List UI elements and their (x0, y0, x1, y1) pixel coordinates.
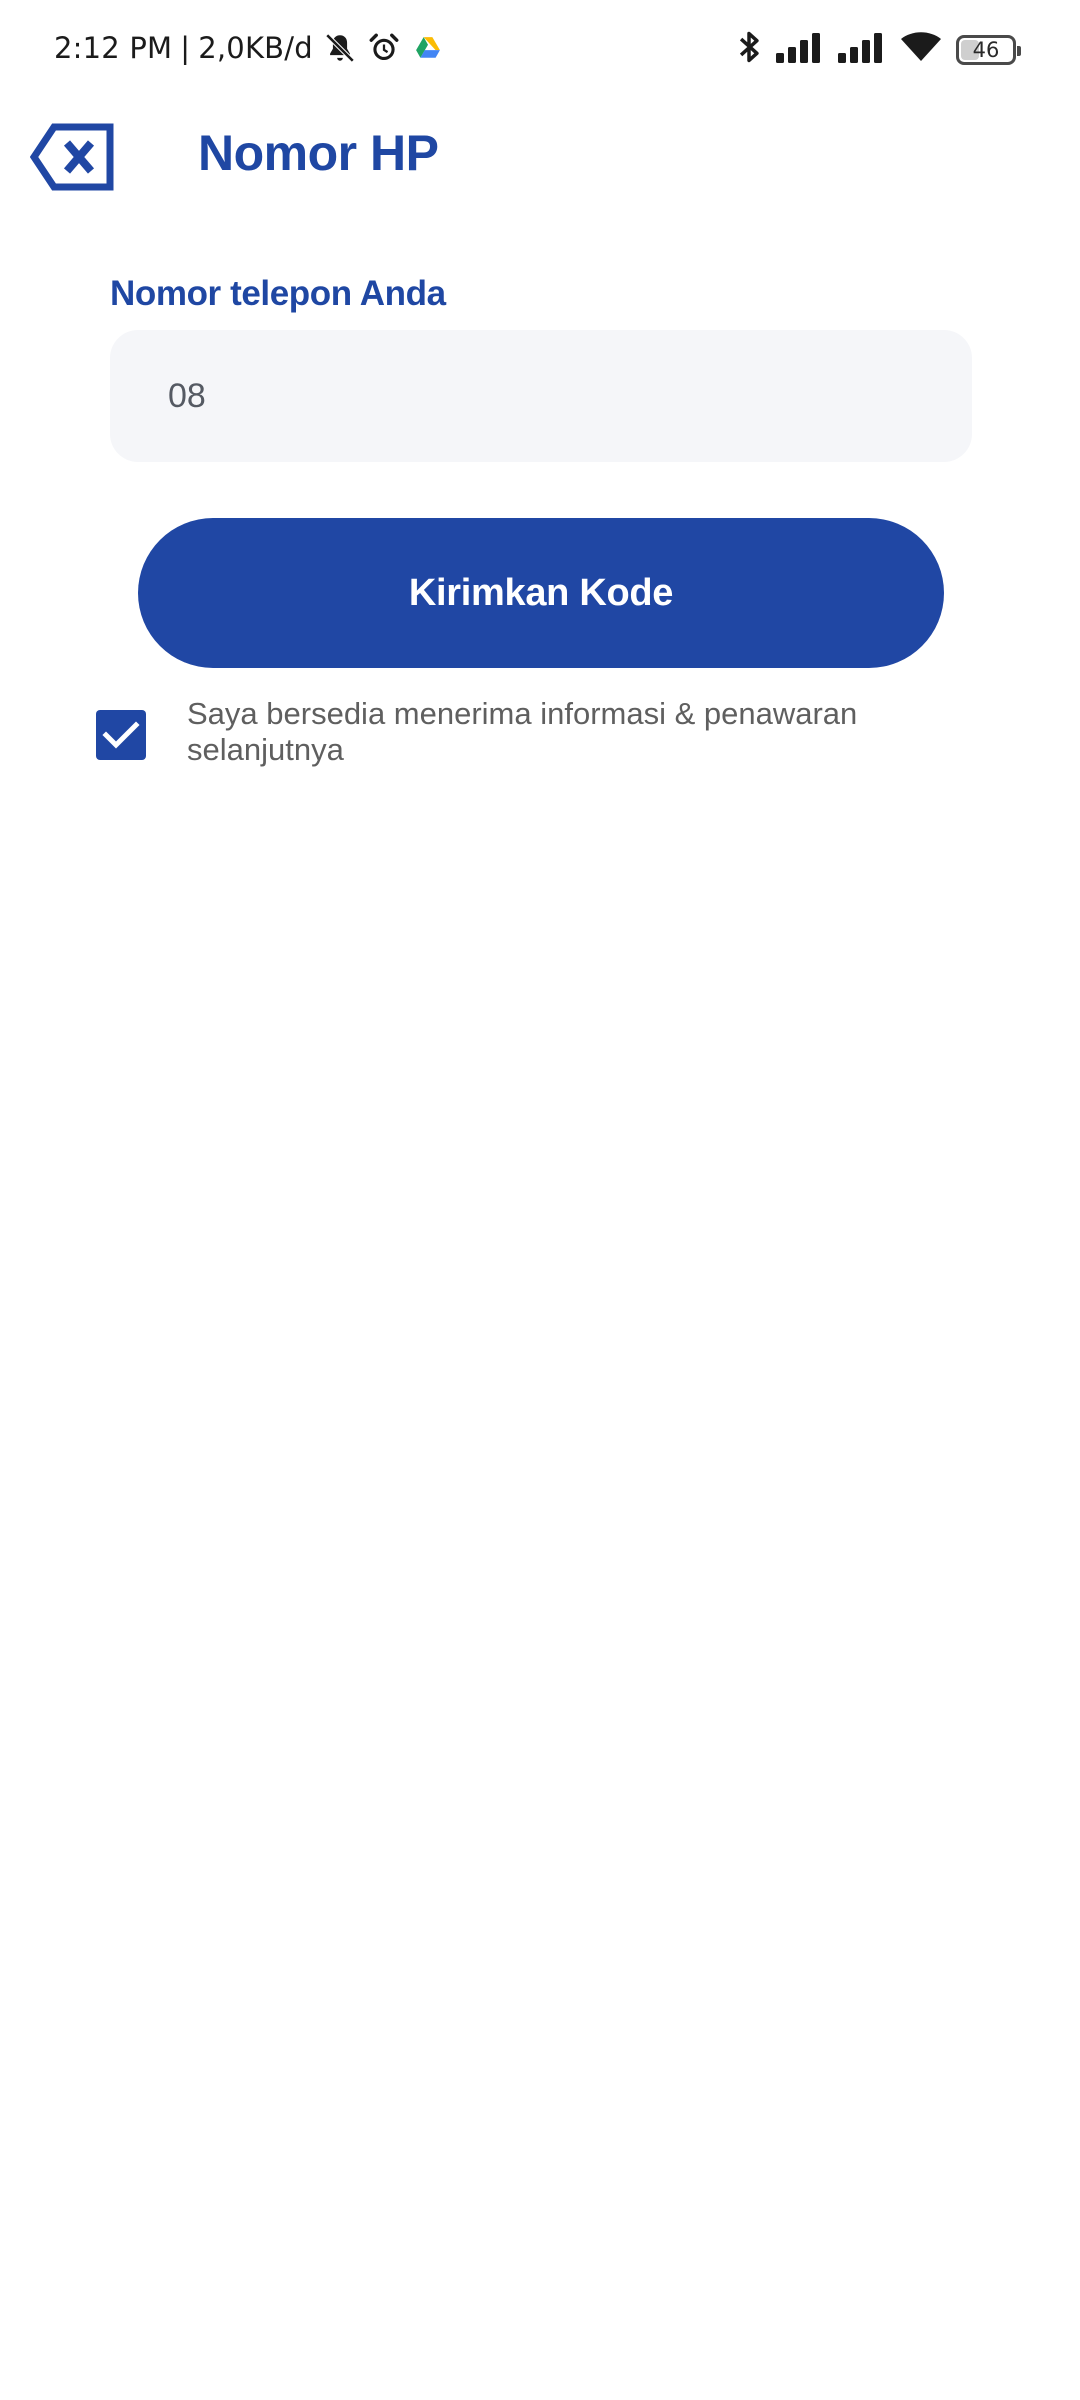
status-bar-left: 2:12 PM | 2,0KB/d (54, 30, 441, 66)
phone-input[interactable] (166, 375, 972, 417)
phone-label: Nomor telepon Anda (110, 274, 446, 313)
status-time: 2:12 PM (54, 31, 173, 65)
consent-checkbox[interactable] (96, 710, 146, 760)
battery-icon: 46 (956, 34, 1021, 65)
signal-icon (838, 31, 886, 68)
status-bar: 2:12 PM | 2,0KB/d 46 (0, 0, 1080, 104)
battery-level: 46 (972, 37, 1000, 62)
checkmark-icon (102, 721, 140, 749)
backspace-x-icon (29, 123, 114, 191)
phone-field[interactable] (110, 330, 972, 462)
google-drive-icon (415, 36, 441, 60)
send-code-button[interactable]: Kirimkan Kode (138, 518, 944, 668)
alarm-clock-icon (367, 30, 401, 66)
consent-text: Saya bersedia menerima informasi & penaw… (187, 696, 858, 767)
bluetooth-icon (736, 28, 762, 71)
page-title: Nomor HP (198, 125, 439, 181)
signal-icon (776, 31, 824, 68)
bell-off-icon (323, 30, 357, 66)
back-button[interactable] (29, 122, 116, 192)
header: Nomor HP (0, 104, 1080, 214)
network-speed: 2,0KB/d (198, 31, 313, 65)
wifi-icon (900, 31, 942, 68)
status-separator: | (180, 31, 191, 65)
status-bar-right: 46 (736, 28, 1021, 71)
